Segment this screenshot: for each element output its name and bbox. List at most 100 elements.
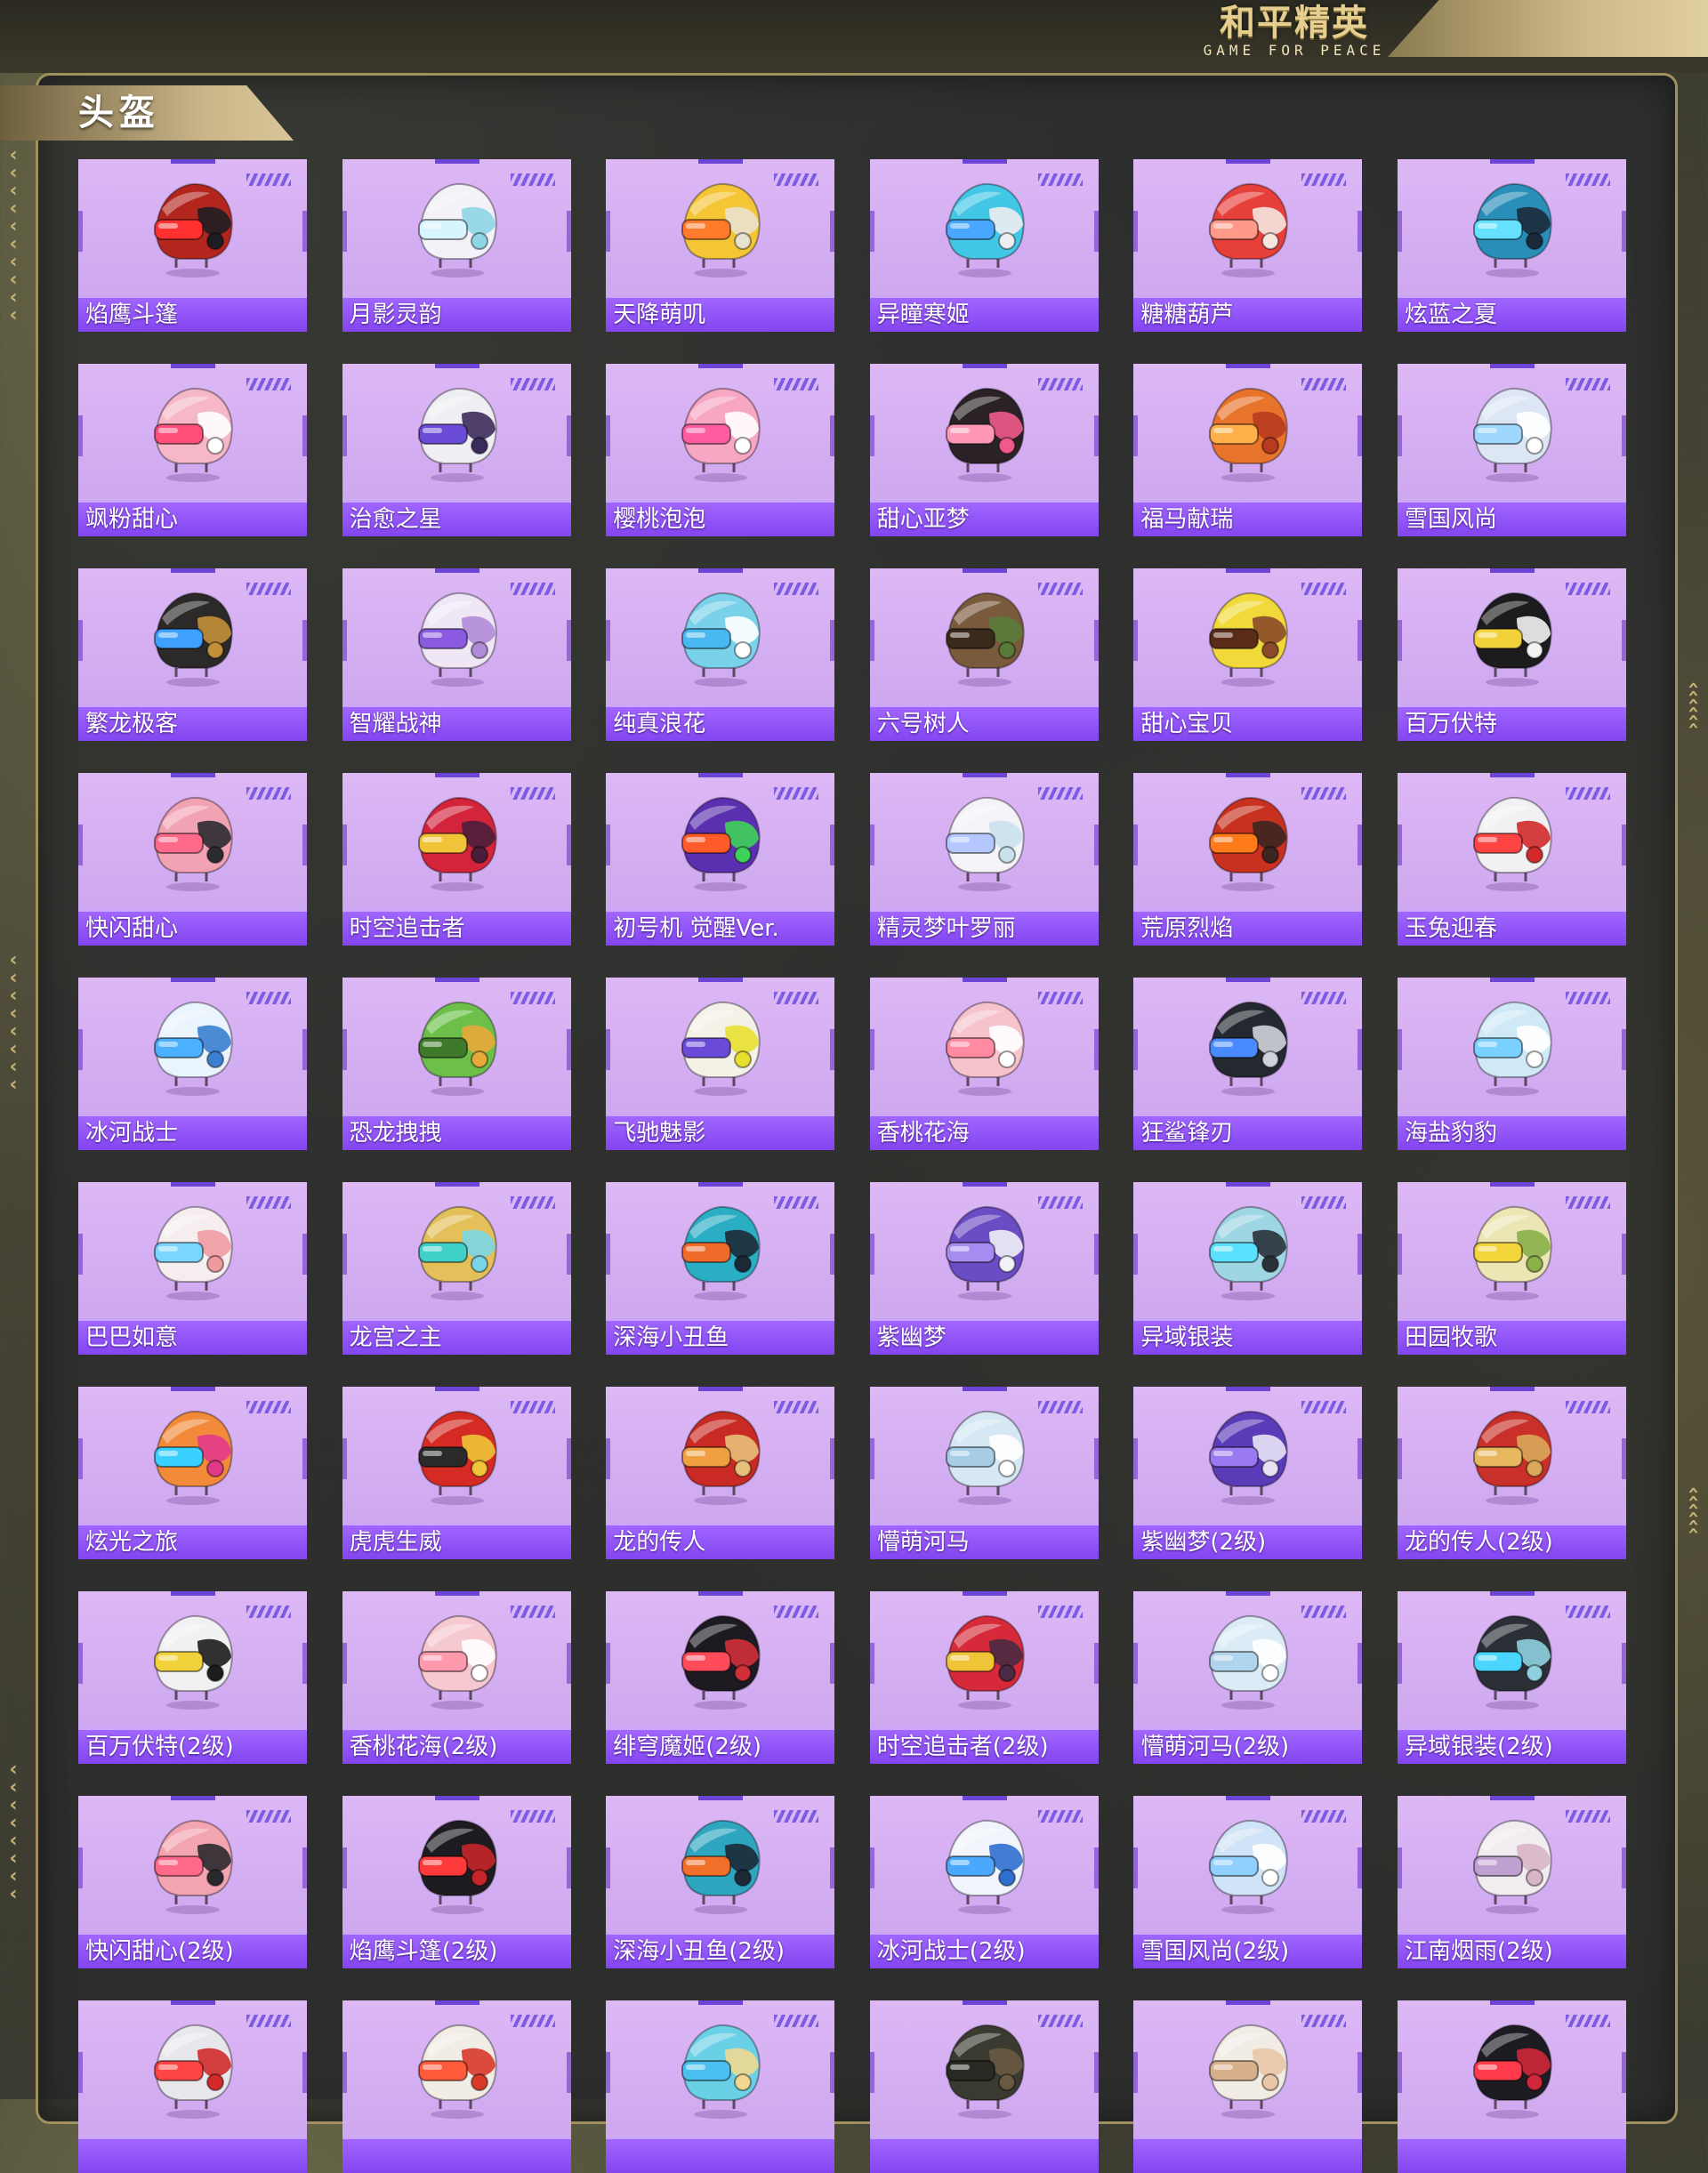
helmet-name: 深海小丑鱼 bbox=[606, 1319, 835, 1355]
helmet-card[interactable]: 田园牧歌 bbox=[1397, 1182, 1626, 1355]
helmet-card[interactable]: 虎虎生威 bbox=[342, 1387, 571, 1559]
left-chevrons-icon: ‹ ‹ ‹ ‹ ‹ ‹ ‹ ‹ bbox=[9, 949, 18, 1096]
helmet-icon bbox=[681, 1819, 761, 1914]
card-top-accent bbox=[434, 1387, 479, 1391]
helmet-name: 巴巴如意 bbox=[78, 1319, 307, 1355]
helmet-card[interactable]: 冰河战士(2级) bbox=[869, 1796, 1099, 1968]
rarity-stripes-icon bbox=[1037, 992, 1083, 1004]
helmet-card[interactable]: 冰河战士 bbox=[78, 978, 307, 1150]
helmet-card[interactable]: 焰鹰斗篷 bbox=[78, 159, 307, 332]
helmet-card[interactable]: 时空追击者(2级) bbox=[869, 1591, 1099, 1764]
card-top-accent bbox=[962, 364, 1007, 368]
helmet-icon bbox=[681, 2024, 761, 2119]
helmet-card[interactable]: 甜心宝贝 bbox=[1133, 568, 1363, 741]
helmet-card[interactable]: 绯穹魔姬(2级) bbox=[606, 1591, 835, 1764]
helmet-card[interactable]: 懵萌河马(2级) bbox=[1133, 1591, 1363, 1764]
helmet-icon bbox=[417, 1205, 497, 1300]
helmet-icon bbox=[681, 1410, 761, 1505]
helmet-card[interactable]: 治愈之星 bbox=[342, 364, 571, 536]
rarity-stripes-icon bbox=[1301, 378, 1347, 390]
helmet-card[interactable]: 炫光之旅 bbox=[78, 1387, 307, 1559]
helmet-card[interactable]: 紫幽梦 bbox=[869, 1182, 1099, 1355]
helmet-card[interactable]: 炫蓝之夏 bbox=[1397, 159, 1626, 332]
helmet-card[interactable]: 龙宫之主 bbox=[342, 1182, 571, 1355]
card-top-accent bbox=[1226, 978, 1271, 982]
helmet-card[interactable]: 月影灵韵 bbox=[342, 159, 571, 332]
rarity-stripes-icon bbox=[1301, 1810, 1347, 1823]
card-top-accent bbox=[171, 2000, 215, 2005]
card-top-accent bbox=[698, 1182, 744, 1187]
card-top-accent bbox=[1489, 1182, 1535, 1187]
helmet-card[interactable]: 异域银装 bbox=[1133, 1182, 1363, 1355]
card-top-accent bbox=[962, 2000, 1007, 2005]
helmet-card[interactable]: 荒原烈焰 bbox=[1133, 773, 1363, 946]
helmet-card[interactable]: 狂鲨锋刃 bbox=[1133, 978, 1363, 1150]
helmet-card[interactable]: 香桃花海 bbox=[869, 978, 1099, 1150]
helmet-card[interactable] bbox=[78, 2000, 307, 2173]
rarity-stripes-icon bbox=[774, 787, 819, 800]
helmet-card[interactable]: 樱桃泡泡 bbox=[606, 364, 835, 536]
helmet-name: 香桃花海 bbox=[869, 1115, 1099, 1150]
helmet-card[interactable]: 繁龙极客 bbox=[78, 568, 307, 741]
card-top-accent bbox=[962, 773, 1007, 777]
helmet-card[interactable]: 时空追击者 bbox=[342, 773, 571, 946]
helmet-name bbox=[1397, 2137, 1626, 2173]
helmet-card[interactable] bbox=[869, 2000, 1099, 2173]
helmet-card[interactable]: 恐龙拽拽 bbox=[342, 978, 571, 1150]
helmet-card[interactable]: 快闪甜心(2级) bbox=[78, 1796, 307, 1968]
helmet-icon bbox=[1209, 1001, 1289, 1096]
helmet-card[interactable]: 深海小丑鱼(2级) bbox=[606, 1796, 835, 1968]
helmet-card[interactable]: 异域银装(2级) bbox=[1397, 1591, 1626, 1764]
card-top-accent bbox=[434, 1182, 479, 1187]
helmet-card[interactable]: 雪国风尚 bbox=[1397, 364, 1626, 536]
helmet-icon bbox=[1472, 2024, 1552, 2119]
helmet-card[interactable]: 福马献瑞 bbox=[1133, 364, 1363, 536]
helmet-card[interactable]: 巴巴如意 bbox=[78, 1182, 307, 1355]
helmet-icon bbox=[1209, 1614, 1289, 1710]
helmet-name: 龙的传人(2级) bbox=[1397, 1524, 1626, 1559]
helmet-card[interactable]: 懵萌河马 bbox=[869, 1387, 1099, 1559]
rarity-stripes-icon bbox=[246, 1196, 291, 1209]
helmet-card[interactable]: 六号树人 bbox=[869, 568, 1099, 741]
helmet-name: 异瞳寒姬 bbox=[869, 296, 1099, 332]
helmet-card[interactable]: 飞驰魅影 bbox=[606, 978, 835, 1150]
helmet-card[interactable]: 紫幽梦(2级) bbox=[1133, 1387, 1363, 1559]
left-chevrons-icon: ‹ ‹ ‹ ‹ ‹ ‹ ‹ ‹ bbox=[9, 1759, 18, 1905]
helmet-card[interactable]: 海盐豹豹 bbox=[1397, 978, 1626, 1150]
rarity-stripes-icon bbox=[1037, 583, 1083, 595]
helmet-card[interactable]: 龙的传人 bbox=[606, 1387, 835, 1559]
helmet-icon bbox=[681, 1614, 761, 1710]
helmet-icon bbox=[1472, 182, 1552, 278]
helmet-card[interactable]: 江南烟雨(2级) bbox=[1397, 1796, 1626, 1968]
helmet-card[interactable] bbox=[1397, 2000, 1626, 2173]
helmet-card[interactable] bbox=[1133, 2000, 1363, 2173]
helmet-card[interactable]: 深海小丑鱼 bbox=[606, 1182, 835, 1355]
helmet-card[interactable]: 糖糖葫芦 bbox=[1133, 159, 1363, 332]
helmet-card[interactable]: 天降萌叽 bbox=[606, 159, 835, 332]
helmet-card[interactable]: 香桃花海(2级) bbox=[342, 1591, 571, 1764]
helmet-card[interactable]: 智耀战神 bbox=[342, 568, 571, 741]
helmet-card[interactable]: 初号机 觉醒Ver. bbox=[606, 773, 835, 946]
rarity-stripes-icon bbox=[774, 173, 819, 186]
helmet-card[interactable]: 甜心亚梦 bbox=[869, 364, 1099, 536]
helmet-card[interactable]: 异瞳寒姬 bbox=[869, 159, 1099, 332]
helmet-card[interactable]: 百万伏特 bbox=[1397, 568, 1626, 741]
helmet-icon bbox=[681, 796, 761, 891]
helmet-card[interactable]: 飒粉甜心 bbox=[78, 364, 307, 536]
helmet-card[interactable]: 百万伏特(2级) bbox=[78, 1591, 307, 1764]
helmet-card[interactable]: 纯真浪花 bbox=[606, 568, 835, 741]
helmet-card[interactable]: 龙的传人(2级) bbox=[1397, 1387, 1626, 1559]
helmet-card[interactable]: 玉兔迎春 bbox=[1397, 773, 1626, 946]
helmet-name: 冰河战士 bbox=[78, 1115, 307, 1150]
helmet-name: 快闪甜心 bbox=[78, 910, 307, 946]
logo-subtitle: GAME FOR PEACE bbox=[1203, 42, 1386, 59]
rarity-stripes-icon bbox=[774, 583, 819, 595]
rarity-stripes-icon bbox=[246, 173, 291, 186]
helmet-card[interactable]: 快闪甜心 bbox=[78, 773, 307, 946]
helmet-card[interactable]: 雪国风尚(2级) bbox=[1133, 1796, 1363, 1968]
rarity-stripes-icon bbox=[1037, 173, 1083, 186]
helmet-card[interactable]: 精灵梦叶罗丽 bbox=[869, 773, 1099, 946]
helmet-card[interactable] bbox=[606, 2000, 835, 2173]
helmet-card[interactable]: 焰鹰斗篷(2级) bbox=[342, 1796, 571, 1968]
helmet-card[interactable] bbox=[342, 2000, 571, 2173]
